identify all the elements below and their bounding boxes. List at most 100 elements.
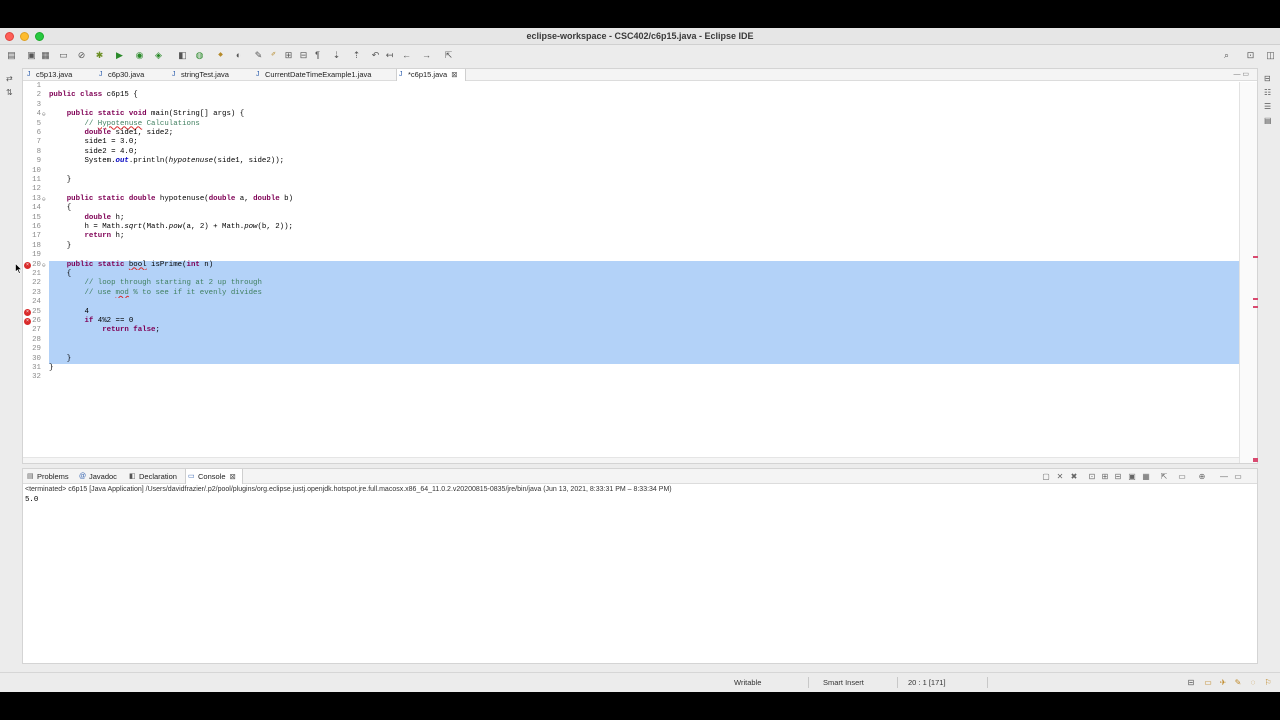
show-on-output-icon[interactable]: ▣ xyxy=(1127,471,1137,482)
restore-icon[interactable]: ⊟ xyxy=(1264,74,1273,83)
code-line[interactable]: 16 h = Math.sqrt(Math.pow(a, 2) + Math.p… xyxy=(23,223,1239,232)
code-line[interactable]: 4 ⊖ public static void main(String[] args… xyxy=(23,110,1239,119)
new-java-project-icon[interactable]: ◧ xyxy=(177,50,188,61)
tab-currentdatetimeexample1[interactable]: J CurrentDateTimeExample1.java xyxy=(254,69,371,81)
code-line[interactable]: × 20 ⊖ public static bool isPrime(int n) xyxy=(23,261,1239,270)
java-perspective-icon[interactable]: ◫ xyxy=(1265,50,1276,61)
code-line[interactable]: 12 xyxy=(23,185,1239,194)
show-on-error-icon[interactable]: ▦ xyxy=(1141,471,1151,482)
tab-stringtest[interactable]: JstringTest.java xyxy=(170,69,229,81)
open-console-icon[interactable]: ⊕ xyxy=(1197,471,1207,482)
tip-icon[interactable]: ⚐ xyxy=(1263,677,1273,688)
search-tool-icon[interactable]: ◐ xyxy=(233,50,244,61)
terminate-icon[interactable]: ▢ xyxy=(1041,471,1051,482)
remove-launch-icon[interactable]: ✕ xyxy=(1055,471,1065,482)
edit-icon[interactable]: ✎ xyxy=(1233,677,1243,688)
toggle-block-selection-icon[interactable]: ⊞ xyxy=(283,50,294,61)
save-icon[interactable]: ▣ xyxy=(26,50,37,61)
open-type-icon[interactable]: ◆ xyxy=(215,50,226,61)
scroll-lock-icon[interactable]: ⊞ xyxy=(1100,471,1110,482)
code-line[interactable]: 23 // use mod % to see if it evenly divi… xyxy=(23,289,1239,298)
code-line[interactable]: 22 // loop through starting at 2 up thro… xyxy=(23,279,1239,288)
code-line[interactable]: 19 xyxy=(23,251,1239,260)
fold-toggle-icon[interactable]: ⊖ xyxy=(42,110,46,119)
pin-editor-icon[interactable]: ⇱ xyxy=(443,50,454,61)
overview-marker[interactable] xyxy=(1253,306,1258,308)
console-output[interactable]: 5.0 xyxy=(25,496,38,504)
code-line[interactable]: × 25 4 xyxy=(23,308,1239,317)
code-line[interactable]: 2 public class c6p15 { xyxy=(23,91,1239,100)
code-line[interactable]: 29 xyxy=(23,345,1239,354)
fold-toggle-icon[interactable]: ⊖ xyxy=(42,195,46,204)
tab-c6p30[interactable]: Jc6p30.java xyxy=(97,69,144,81)
code-line[interactable]: 24 xyxy=(23,298,1239,307)
tab-console[interactable]: ▭ Console ⊠ xyxy=(185,469,243,484)
minimize-panel-icon[interactable]: — xyxy=(1219,471,1229,482)
forward-history-icon[interactable]: → xyxy=(421,50,432,61)
overview-marker[interactable] xyxy=(1253,298,1258,300)
clear-console-icon[interactable]: ⊡ xyxy=(1087,471,1097,482)
close-tab-icon[interactable]: ⊠ xyxy=(451,69,457,81)
code-line[interactable]: 32 xyxy=(23,373,1239,382)
problems-side-icon[interactable]: ▤ xyxy=(1264,116,1273,125)
code-line[interactable]: 21 { xyxy=(23,270,1239,279)
save-all-icon[interactable]: ▦ xyxy=(40,50,51,61)
marketplace-icon[interactable]: ✈ xyxy=(1218,677,1228,688)
maximize-panel-icon[interactable]: ▭ xyxy=(1233,471,1243,482)
outline-icon[interactable]: ☷ xyxy=(1264,88,1273,97)
debug-icon[interactable]: ✱ xyxy=(94,50,105,61)
progress-icon[interactable]: ◌ xyxy=(1248,677,1258,688)
close-tab-icon[interactable]: ⊠ xyxy=(230,469,236,484)
code-line[interactable]: 11 } xyxy=(23,176,1239,185)
remove-all-terminated-icon[interactable]: ✖ xyxy=(1069,471,1079,482)
code-line[interactable]: 18 } xyxy=(23,242,1239,251)
tab-c5p13[interactable]: Jc5p13.java xyxy=(25,69,72,81)
code-line[interactable]: 7 side1 = 3.0; xyxy=(23,138,1239,147)
new-file-icon[interactable]: ▤ xyxy=(6,50,17,61)
type-hierarchy-icon[interactable]: ⇅ xyxy=(6,88,15,97)
code-line[interactable]: 6 double side1, side2; xyxy=(23,129,1239,138)
tab-javadoc[interactable]: @ Javadoc xyxy=(77,469,117,484)
run-icon[interactable]: ▶ xyxy=(114,50,125,61)
code-line[interactable]: 1 xyxy=(23,82,1239,91)
code-line[interactable]: 8 side2 = 4.0; xyxy=(23,148,1239,157)
code-line[interactable]: 9 System.out.println(hypotenuse(side1, s… xyxy=(23,157,1239,166)
new-java-class-icon[interactable]: ◍ xyxy=(194,50,205,61)
code-line[interactable]: 17 return h; xyxy=(23,232,1239,241)
code-line[interactable]: 28 xyxy=(23,336,1239,345)
task-list-icon[interactable]: ☰ xyxy=(1264,102,1273,111)
last-edit-location-icon[interactable]: ↶ xyxy=(370,50,381,61)
search-icon[interactable]: ⌕ xyxy=(1221,50,1232,61)
code-line[interactable]: 3 xyxy=(23,101,1239,110)
open-console-icon[interactable]: ▭ xyxy=(58,50,69,61)
pin-console-icon[interactable]: ⇱ xyxy=(1159,471,1169,482)
code-line[interactable]: 31} xyxy=(23,364,1239,373)
memory-icon[interactable]: ⊟ xyxy=(1186,677,1196,688)
code-line[interactable]: 13 ⊖ public static double hypotenuse(doub… xyxy=(23,195,1239,204)
notes-icon[interactable]: ▭ xyxy=(1203,677,1213,688)
code-line[interactable]: 5 // Hypotenuse Calculations xyxy=(23,120,1239,129)
fold-toggle-icon[interactable]: ⊖ xyxy=(42,261,46,270)
overview-marker[interactable] xyxy=(1253,256,1258,258)
code-editor[interactable]: 1 2 public class c6p15 {3 4 ⊖ public static … xyxy=(23,82,1239,463)
code-line[interactable]: 10 xyxy=(23,167,1239,176)
code-line[interactable]: 15 double h; xyxy=(23,214,1239,223)
back-history-icon[interactable]: ← xyxy=(401,50,412,61)
code-line[interactable]: × 26 if 4%2 == 0 xyxy=(23,317,1239,326)
code-line[interactable]: 27 return false; xyxy=(23,326,1239,335)
tab-problems[interactable]: ▤ Problems xyxy=(25,469,69,484)
toggle-highlight-icon[interactable]: ✐ xyxy=(268,50,279,61)
next-annotation-icon[interactable]: ⇣ xyxy=(331,50,342,61)
coverage-icon[interactable]: ◉ xyxy=(134,50,145,61)
toggle-word-wrap-icon[interactable]: ⊟ xyxy=(298,50,309,61)
show-whitespace-icon[interactable]: ¶ xyxy=(312,50,323,61)
skip-breakpoints-icon[interactable]: ⊘ xyxy=(76,50,87,61)
tab-declaration[interactable]: ◧ Declaration xyxy=(127,469,177,484)
overview-error-marker[interactable] xyxy=(1253,458,1258,462)
code-line[interactable]: 14 { xyxy=(23,204,1239,213)
editor-minimize-maximize[interactable]: — ▭ xyxy=(1233,70,1249,78)
word-wrap-icon[interactable]: ⊟ xyxy=(1113,471,1123,482)
tab-c6p15[interactable]: J *c6p15.java ⊠ xyxy=(396,69,466,81)
code-line[interactable]: 30 } xyxy=(23,355,1239,364)
external-tools-icon[interactable]: ◈ xyxy=(153,50,164,61)
